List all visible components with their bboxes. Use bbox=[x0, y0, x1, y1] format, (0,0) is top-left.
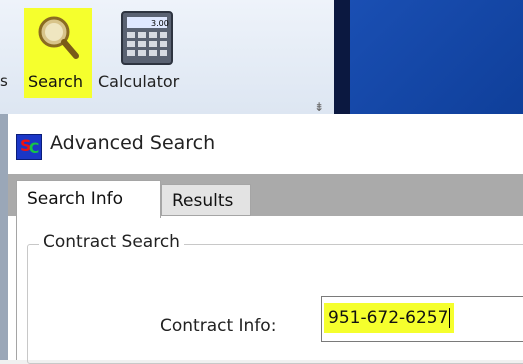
text-caret bbox=[449, 308, 451, 328]
calculator-display: 3.00 bbox=[151, 19, 169, 28]
magnifier-icon bbox=[38, 16, 79, 59]
calculator-icon: 3.00 bbox=[121, 11, 173, 65]
contract-info-label: Contract Info: bbox=[160, 316, 277, 336]
desktop-background bbox=[350, 0, 523, 114]
tab-results[interactable]: Results bbox=[161, 184, 251, 216]
contract-info-text: 951-672-6257 bbox=[328, 308, 449, 328]
toolbar-overflow-icon[interactable]: ⇟ bbox=[314, 100, 324, 114]
cut-off-label: s bbox=[0, 72, 8, 90]
advanced-search-dialog: SC Advanced Search Search Info Results C… bbox=[8, 114, 523, 364]
search-button-label: Search bbox=[28, 72, 83, 91]
dialog-titlebar: SC Advanced Search bbox=[8, 114, 523, 170]
window-edge bbox=[334, 0, 350, 114]
app-icon: SC bbox=[16, 134, 42, 160]
contract-search-group-title: Contract Search bbox=[39, 232, 184, 252]
contract-info-input[interactable]: 951-672-6257 bbox=[321, 296, 523, 342]
tab-search-info[interactable]: Search Info bbox=[16, 180, 161, 220]
tab-results-label: Results bbox=[172, 191, 234, 211]
dialog-title: Advanced Search bbox=[50, 132, 216, 154]
background-window-edge bbox=[0, 114, 8, 360]
search-button[interactable]: Search bbox=[24, 8, 92, 98]
ribbon-toolbar: s Search 3.00 Calculator ⇟ bbox=[0, 0, 334, 114]
calculator-button-label: Calculator bbox=[98, 72, 180, 91]
calculator-button[interactable]: 3.00 Calculator bbox=[96, 10, 206, 100]
tab-search-info-label: Search Info bbox=[27, 189, 123, 209]
contract-info-value: 951-672-6257 bbox=[324, 303, 455, 333]
